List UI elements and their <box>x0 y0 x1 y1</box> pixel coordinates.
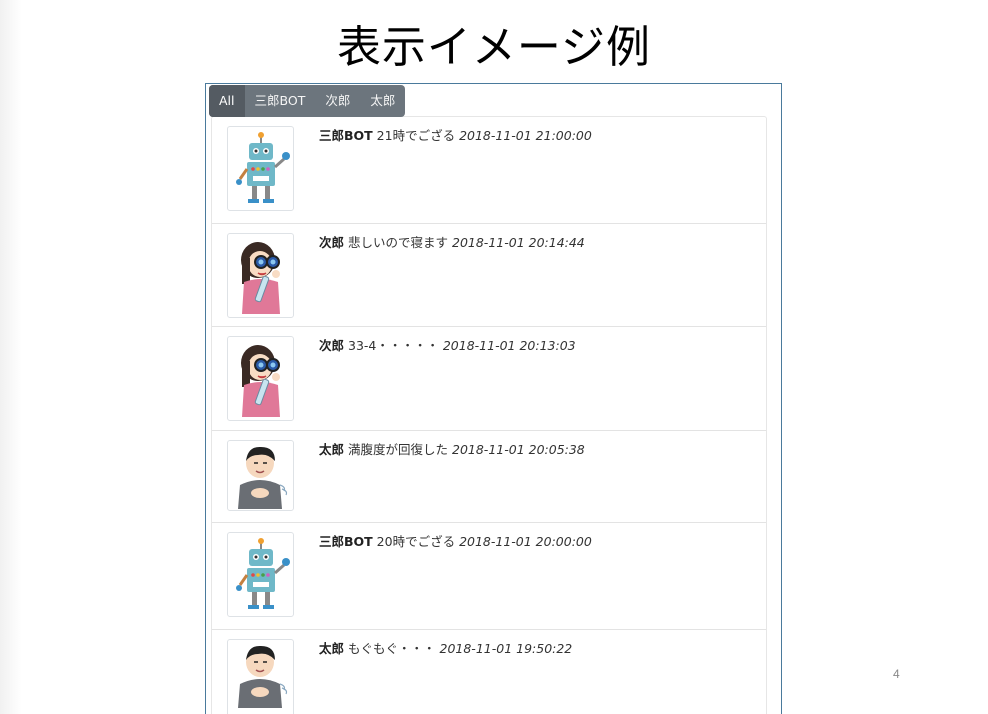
tab-taro[interactable]: 太郎 <box>360 85 405 117</box>
message-timestamp: 2018-11-01 20:14:44 <box>452 235 585 250</box>
binoculars-girl-icon <box>241 242 280 314</box>
message-timestamp: 2018-11-01 19:50:22 <box>439 641 573 656</box>
boy-icon <box>238 446 288 509</box>
avatar <box>227 233 294 318</box>
message-text-line: 次郎 悲しいので寝ます 2018-11-01 20:14:44 <box>319 235 585 251</box>
list-item: 太郎 満腹度が回復した 2018-11-01 20:05:38 <box>212 431 766 523</box>
message-text-line: 次郎 33-4・・・・・ 2018-11-01 20:13:03 <box>319 338 576 354</box>
message-text-line: 三郎BOT 20時でござる 2018-11-01 20:00:00 <box>319 534 592 550</box>
message-author: 次郎 <box>319 235 345 250</box>
message-timestamp: 2018-11-01 20:00:00 <box>459 534 592 549</box>
message-list: 三郎BOT 21時でござる 2018-11-01 21:00:00 次郎 悲しい… <box>211 116 767 714</box>
message-timestamp: 2018-11-01 20:05:38 <box>452 442 585 457</box>
list-item: 次郎 33-4・・・・・ 2018-11-01 20:13:03 <box>212 327 766 431</box>
message-author: 三郎BOT <box>319 534 373 549</box>
message-timestamp: 2018-11-01 21:00:00 <box>459 128 592 143</box>
message-timestamp: 2018-11-01 20:13:03 <box>442 338 576 353</box>
message-author: 太郎 <box>319 641 345 656</box>
robot-icon <box>236 132 290 203</box>
boy-icon <box>238 645 288 708</box>
message-body: 悲しいので寝ます <box>348 235 449 250</box>
message-author: 三郎BOT <box>319 128 373 143</box>
message-text-line: 太郎 満腹度が回復した 2018-11-01 20:05:38 <box>319 442 585 458</box>
message-author: 次郎 <box>319 338 345 353</box>
timeline-window: All 三郎BOT 次郎 太郎 三郎BOT 21時でござる 2018-11-01… <box>205 83 782 714</box>
avatar <box>227 336 294 421</box>
user-filter-tabs: All 三郎BOT 次郎 太郎 <box>209 85 406 117</box>
avatar <box>227 532 294 617</box>
tab-all[interactable]: All <box>209 85 245 117</box>
binoculars-girl-icon <box>241 345 280 417</box>
message-text-line: 三郎BOT 21時でござる 2018-11-01 21:00:00 <box>319 128 592 144</box>
message-body: 33-4・・・・・ <box>348 338 439 353</box>
avatar <box>227 440 294 511</box>
list-item: 三郎BOT 20時でござる 2018-11-01 20:00:00 <box>212 523 766 630</box>
tab-jiro[interactable]: 次郎 <box>315 85 360 117</box>
message-body: もぐもぐ・・・ <box>348 641 436 656</box>
message-body: 21時でござる <box>376 128 456 143</box>
message-text-line: 太郎 もぐもぐ・・・ 2018-11-01 19:50:22 <box>319 641 572 657</box>
message-author: 太郎 <box>319 442 345 457</box>
tab-saburo-bot[interactable]: 三郎BOT <box>245 85 316 117</box>
message-body: 満腹度が回復した <box>348 442 449 457</box>
page-number: 4 <box>893 667 900 681</box>
avatar <box>227 639 294 714</box>
robot-icon <box>236 538 290 609</box>
slide-title: 表示イメージ例 <box>336 22 652 73</box>
slide-left-shade <box>0 0 22 714</box>
list-item: 次郎 悲しいので寝ます 2018-11-01 20:14:44 <box>212 224 766 327</box>
message-body: 20時でござる <box>376 534 456 549</box>
list-item: 三郎BOT 21時でござる 2018-11-01 21:00:00 <box>212 117 766 224</box>
list-item: 太郎 もぐもぐ・・・ 2018-11-01 19:50:22 <box>212 630 766 714</box>
avatar <box>227 126 294 211</box>
